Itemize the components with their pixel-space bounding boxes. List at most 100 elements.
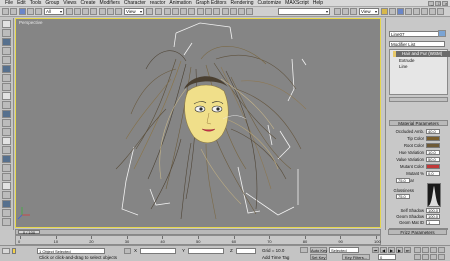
stack-item-line[interactable]: Line: [393, 64, 450, 70]
y-coord-field[interactable]: [188, 248, 224, 254]
tool-11-icon[interactable]: [2, 110, 11, 118]
tool-17-icon[interactable]: [2, 164, 11, 172]
next-frame-icon[interactable]: ▶: [396, 247, 403, 253]
tool-16-icon[interactable]: [2, 155, 11, 163]
select-scale-icon[interactable]: [115, 8, 122, 15]
tool-6-icon[interactable]: [2, 65, 11, 73]
goto-start-icon[interactable]: ⏮: [372, 247, 379, 253]
select-rotate-icon[interactable]: [107, 8, 114, 15]
tool-12-icon[interactable]: [2, 119, 11, 127]
mirror-icon[interactable]: [205, 8, 212, 15]
maximize-viewport-icon[interactable]: [438, 254, 445, 260]
tool-21-icon[interactable]: [2, 200, 11, 208]
menu-item[interactable]: Group: [43, 0, 61, 7]
minimize-icon[interactable]: _: [428, 1, 434, 6]
x-coord-field[interactable]: [140, 248, 176, 254]
close-icon[interactable]: ×: [442, 1, 448, 6]
tool-10-icon[interactable]: [2, 101, 11, 109]
stack-item-hair-fur[interactable]: Hair and Fur (WSM): [393, 51, 450, 57]
schematic-view-icon[interactable]: [238, 8, 245, 15]
menu-item[interactable]: Help: [311, 0, 325, 7]
field-of-view-icon[interactable]: [414, 254, 421, 260]
param-spinner[interactable]: 10.0: [426, 150, 440, 155]
quick-render-icon[interactable]: [350, 8, 357, 15]
time-slider-thumb[interactable]: 0 / 100: [18, 230, 40, 235]
menu-item[interactable]: Views: [61, 0, 78, 7]
frizz-parameters-rollout[interactable]: Frizz Parameters: [388, 229, 447, 235]
set-key-button[interactable]: Set Key: [310, 254, 327, 260]
display-panel-icon[interactable]: [429, 8, 436, 15]
menu-item[interactable]: Create: [79, 0, 98, 7]
layer-manager-icon[interactable]: [222, 8, 229, 15]
tool-19-icon[interactable]: [2, 182, 11, 190]
play-icon[interactable]: ▶: [388, 247, 395, 253]
percent-snap-icon[interactable]: [180, 8, 187, 15]
menu-item[interactable]: File: [3, 0, 15, 7]
tip-color-swatch[interactable]: [426, 136, 440, 141]
tool-5-icon[interactable]: [2, 56, 11, 64]
tool-3-icon[interactable]: [2, 38, 11, 46]
named-selection-icon[interactable]: [197, 8, 204, 15]
utilities-panel-icon[interactable]: [437, 8, 444, 15]
param-spinner[interactable]: 50.0: [426, 157, 440, 162]
zoom-icon[interactable]: [414, 247, 421, 253]
undo-icon[interactable]: [2, 8, 9, 15]
zoom-all-icon[interactable]: [422, 247, 429, 253]
stack-tools-row[interactable]: [389, 97, 448, 102]
tool-1-icon[interactable]: [2, 20, 11, 28]
key-mode-icon[interactable]: [300, 247, 308, 253]
activeshade-icon[interactable]: [389, 8, 396, 15]
menu-item[interactable]: Customize: [256, 0, 284, 7]
current-frame-field[interactable]: 0: [378, 254, 396, 260]
menu-item[interactable]: Graph Editors: [194, 0, 229, 7]
redo-icon[interactable]: [10, 8, 17, 15]
hierarchy-panel-icon[interactable]: [413, 8, 420, 15]
perspective-viewport[interactable]: Perspective: [15, 18, 381, 228]
param-spinner[interactable]: 75.0: [396, 194, 410, 199]
select-by-name-icon[interactable]: [74, 8, 81, 15]
tool-20-icon[interactable]: [2, 191, 11, 199]
snaps-toggle-icon[interactable]: [164, 8, 171, 15]
zoom-extents-all-icon[interactable]: [438, 247, 445, 253]
modify-panel-icon[interactable]: [405, 8, 412, 15]
render-setup-icon[interactable]: [334, 8, 341, 15]
param-spinner[interactable]: 1: [426, 220, 440, 225]
tool-18-icon[interactable]: [2, 173, 11, 181]
menu-item[interactable]: Tools: [28, 0, 44, 7]
z-coord-field[interactable]: [236, 248, 256, 254]
object-name-field[interactable]: Line07: [389, 31, 445, 37]
zoom-extents-icon[interactable]: [430, 247, 437, 253]
tool-13-icon[interactable]: [2, 128, 11, 136]
object-color-swatch[interactable]: [438, 30, 446, 37]
tool-14-icon[interactable]: [2, 137, 11, 145]
key-filters-button[interactable]: Key Filters...: [342, 254, 370, 260]
param-spinner[interactable]: 0.0: [426, 171, 440, 176]
unlink-icon[interactable]: [27, 8, 34, 15]
menu-item[interactable]: Edit: [15, 0, 28, 7]
maxscript-listener-icon[interactable]: [2, 248, 10, 254]
menu-item[interactable]: Character: [122, 0, 148, 7]
menu-item[interactable]: Animation: [167, 0, 193, 7]
pan-icon[interactable]: [422, 254, 429, 260]
tool-8-icon[interactable]: [2, 83, 11, 91]
align-icon[interactable]: [213, 8, 220, 15]
bind-space-warp-icon[interactable]: [35, 8, 42, 15]
tool-15-icon[interactable]: [2, 146, 11, 154]
tool-4-icon[interactable]: [2, 47, 11, 55]
render-type-dropdown[interactable]: View: [359, 8, 379, 15]
tool-9-icon[interactable]: [2, 92, 11, 100]
manipulate-icon[interactable]: [155, 8, 162, 15]
param-spinner[interactable]: 75.0: [396, 178, 410, 183]
orbit-icon[interactable]: [430, 254, 437, 260]
param-spinner[interactable]: 100.0: [426, 214, 440, 219]
reference-coord-dropdown[interactable]: View: [124, 8, 144, 15]
selected-dropdown[interactable]: Selected: [329, 247, 359, 253]
prev-frame-icon[interactable]: ◀: [380, 247, 387, 253]
render-last-icon[interactable]: [381, 8, 388, 15]
material-parameters-rollout[interactable]: Material Parameters: [389, 120, 448, 126]
tool-22-icon[interactable]: [2, 209, 11, 217]
tool-23-icon[interactable]: [2, 218, 11, 226]
link-icon[interactable]: [19, 8, 26, 15]
select-object-icon[interactable]: [66, 8, 73, 15]
angle-snap-icon[interactable]: [172, 8, 179, 15]
